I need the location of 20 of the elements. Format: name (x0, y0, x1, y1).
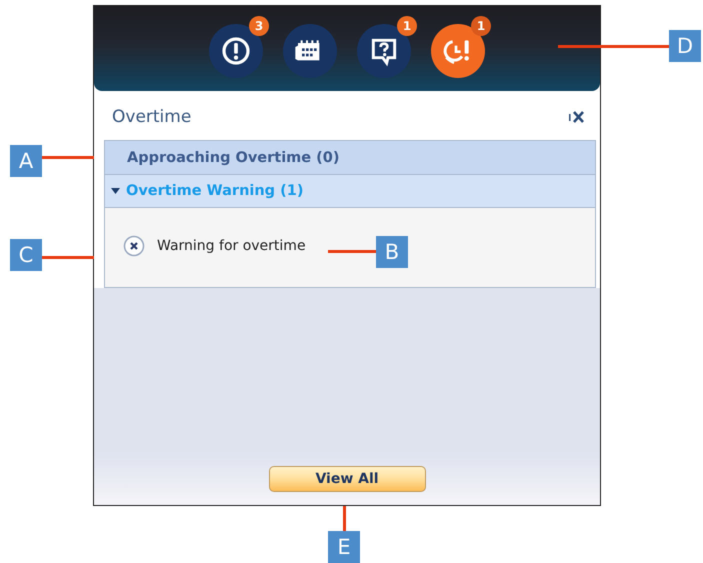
warning-text: Warning for overtime (157, 238, 306, 254)
callout-label: A (10, 145, 42, 177)
close-icon[interactable] (568, 110, 586, 124)
count-badge: 1 (471, 16, 491, 36)
section-header[interactable]: Approaching Overtime (0) (105, 141, 595, 174)
leader-line (343, 506, 346, 531)
callout-label: D (669, 30, 701, 62)
callout-label: C (10, 239, 42, 271)
view-all-button[interactable]: View All (268, 466, 426, 492)
callout-label: B (376, 236, 408, 268)
count-badge: 3 (249, 16, 269, 36)
caret-icon (111, 188, 120, 194)
panel-title: Overtime (112, 107, 192, 127)
leader-line (328, 250, 376, 253)
count-badge: 1 (397, 16, 417, 36)
exclamation-icon (220, 34, 252, 66)
leader-line (42, 156, 94, 159)
callout-label: E (328, 531, 360, 563)
dismiss-icon[interactable] (123, 235, 145, 257)
leader-line (42, 256, 94, 259)
